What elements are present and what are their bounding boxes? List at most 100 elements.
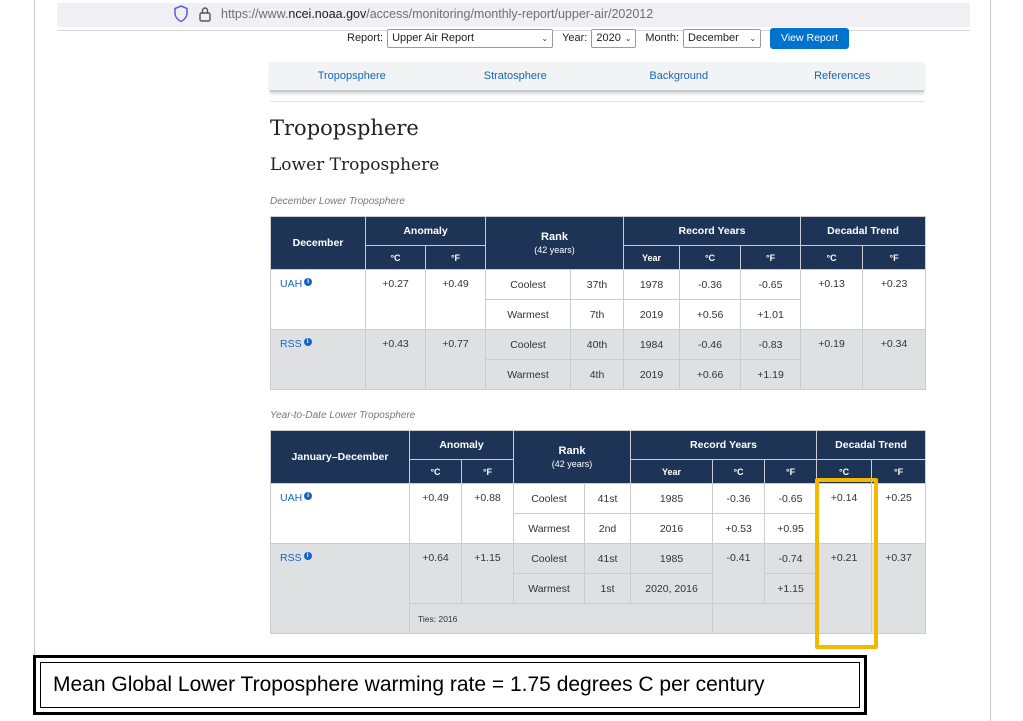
report-select-value: Upper Air Report (392, 32, 475, 44)
dataset-cell: RSS i (270, 543, 410, 634)
record-c-value: +0.53 (712, 513, 766, 544)
record-c-value: -0.36 (712, 483, 766, 514)
rank-value: 41st (583, 483, 632, 514)
trend-c-value: +0.14 (816, 483, 873, 544)
address-bar[interactable]: https://www.ncei.noaa.gov/access/monitor… (57, 3, 970, 27)
period-header: December (270, 216, 366, 270)
rank-value: 41st (583, 543, 632, 574)
decadal-trend-header: Decadal Trend (800, 216, 927, 246)
record-f-value: +1.15 (764, 573, 818, 604)
rank-header: Rank (42 years) (484, 216, 625, 270)
table-caption-month: December Lower Troposphere (270, 196, 405, 207)
year-select[interactable]: 2020 ⌄ (591, 28, 637, 48)
anomaly-c-value: +0.49 (409, 483, 462, 544)
dataset-link[interactable]: UAH (280, 278, 302, 290)
rank-value: 1st (583, 573, 632, 604)
trend-c-value: +0.21 (816, 543, 873, 634)
rank-value: 2nd (583, 513, 632, 544)
record-c-value: -0.46 (679, 329, 742, 360)
record-year: 1978 (623, 269, 681, 300)
record-f-value: +0.95 (764, 513, 818, 544)
shield-icon[interactable] (173, 5, 189, 23)
record-c-header: °C (679, 245, 742, 270)
anomaly-f-header: °F (461, 459, 514, 484)
month-label: Month: (645, 32, 680, 44)
chevron-down-icon: ⌄ (541, 33, 549, 43)
ytd-anomaly-table: January–December Anomaly Rank (42 years) … (270, 430, 927, 634)
record-f-value: +1.19 (740, 359, 802, 390)
dataset-cell: UAH i (270, 483, 410, 544)
anomaly-c-header: °C (365, 245, 426, 270)
section-title: Lower Troposphere (270, 155, 440, 175)
section-divider (270, 101, 925, 102)
table-row: RSS i +0.64 +1.15 Coolest 41st 1985 -0.41… (270, 543, 927, 634)
trend-f-header: °F (871, 459, 927, 484)
rank-value: 40th (569, 329, 625, 360)
tab-background[interactable]: Background (597, 62, 761, 90)
lock-icon[interactable] (198, 5, 212, 23)
empty-cell (712, 603, 818, 634)
trend-c-header: °C (800, 245, 864, 270)
anomaly-f-value: +0.77 (425, 329, 486, 390)
rank-header: Rank (42 years) (512, 430, 632, 484)
page-border-right (990, 0, 991, 721)
record-f-value: -0.74 (764, 543, 818, 574)
url-path: /access/monitoring/monthly-report/upper-… (366, 7, 654, 21)
period-header: January–December (270, 430, 410, 484)
page-title: Tropopsphere (270, 116, 419, 140)
trend-f-header: °F (862, 245, 927, 270)
dataset-link[interactable]: RSS (280, 338, 302, 350)
record-f-value: +1.01 (740, 299, 802, 330)
anomaly-f-header: °F (425, 245, 486, 270)
year-header: Year (623, 245, 681, 270)
tab-references[interactable]: References (761, 62, 925, 90)
year-header: Year (630, 459, 714, 484)
url-prefix: https://www. (221, 7, 289, 21)
annotation-banner: Mean Global Lower Troposphere warming ra… (33, 655, 867, 715)
info-icon[interactable]: i (304, 278, 313, 286)
trend-c-value: +0.19 (800, 329, 864, 390)
month-select-value: December (688, 32, 739, 44)
ties-note: Ties: 2016 (408, 603, 714, 634)
info-icon[interactable]: i (304, 492, 313, 500)
rank-subtitle: (42 years) (534, 245, 575, 255)
record-year: 1985 (630, 543, 714, 574)
report-select[interactable]: Upper Air Report ⌄ (387, 28, 554, 48)
anomaly-c-value: +0.27 (365, 269, 426, 330)
rank-subtitle: (42 years) (551, 459, 593, 469)
anomaly-header: Anomaly (409, 430, 514, 460)
rank-value: 37th (569, 269, 625, 300)
record-year: 2019 (623, 299, 681, 330)
record-c-value: +0.66 (679, 359, 742, 390)
trend-f-value: +0.34 (862, 329, 927, 390)
month-anomaly-table: December Anomaly Rank (42 years) Record Y… (270, 216, 927, 390)
rank-value: 7th (569, 299, 625, 330)
anomaly-header: Anomaly (365, 216, 486, 246)
rank-label: Warmest (513, 573, 585, 604)
year-label: Year: (562, 32, 588, 44)
tab-stratosphere[interactable]: Stratosphere (434, 62, 598, 90)
record-f-value: -0.65 (764, 483, 818, 514)
url-domain: ncei.noaa.gov (288, 7, 367, 21)
view-report-button[interactable]: View Report (770, 27, 850, 49)
info-icon[interactable]: i (303, 552, 312, 560)
record-c-value: +0.56 (679, 299, 742, 330)
record-year: 2019 (623, 359, 681, 390)
anomaly-c-value: +0.64 (409, 543, 462, 604)
tab-tropopsphere[interactable]: Tropopsphere (270, 62, 434, 90)
record-f-header: °F (764, 459, 818, 484)
rank-label: Warmest (513, 513, 585, 544)
dataset-link[interactable]: UAH (280, 492, 302, 504)
info-icon[interactable]: i (303, 338, 312, 346)
decadal-trend-header: Decadal Trend (816, 430, 927, 460)
record-f-value: -0.65 (740, 269, 802, 300)
report-controls: Report: Upper Air Report ⌄ Year: 2020 ⌄ … (347, 27, 850, 49)
table-row: RSS i +0.43 +0.77 Coolest 40th 1984 -0.46… (270, 329, 927, 390)
trend-f-value: +0.37 (871, 543, 927, 634)
dataset-link[interactable]: RSS (280, 552, 302, 564)
record-c-value: -0.36 (679, 269, 742, 300)
chevron-down-icon: ⌄ (749, 33, 757, 43)
page-border-left (34, 0, 35, 660)
month-select[interactable]: December ⌄ (683, 28, 762, 48)
rank-label: Coolest (485, 329, 571, 360)
